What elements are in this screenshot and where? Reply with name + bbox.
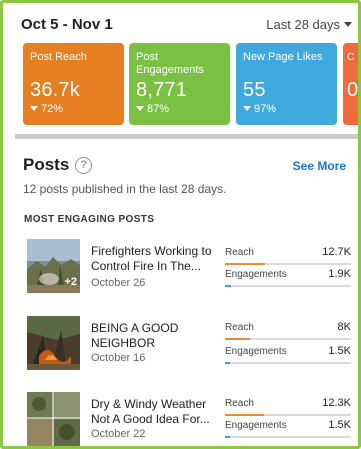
reach-metric: Reach 12.3K (225, 397, 351, 418)
reach-value: 12.7K (322, 246, 351, 258)
reach-label: Reach (225, 398, 254, 409)
dry-land-photo-icon (27, 392, 80, 446)
post-thumbnail[interactable] (27, 316, 80, 370)
engagements-label: Engagements (225, 269, 287, 280)
tile-label: New Page Likes (243, 51, 323, 63)
tile-label: C (347, 52, 355, 63)
reach-bar (225, 414, 351, 416)
tile-change: 72% (30, 103, 117, 115)
post-title[interactable]: BEING A GOOD NEIGHBOR (91, 321, 221, 351)
posts-subtitle: 12 posts published in the last 28 days. (23, 182, 227, 196)
date-range: Oct 5 - Nov 1 (21, 16, 113, 33)
insights-panel: Oct 5 - Nov 1 Last 28 days Post Reach 36… (0, 0, 361, 449)
tile-change-value: 97% (254, 103, 277, 115)
down-arrow-icon (30, 106, 38, 111)
tile-partial[interactable]: C 0 (343, 43, 359, 125)
post-item[interactable]: BEING A GOOD NEIGHBOR October 16 Reach 8… (23, 316, 358, 374)
post-date: October 26 (91, 277, 146, 289)
section-divider (15, 134, 358, 139)
tile-change-value: 87% (147, 103, 170, 115)
tile-label: Post Engagements (136, 51, 204, 76)
see-more-link[interactable]: See More (293, 159, 346, 173)
reach-bar-fill (225, 414, 265, 416)
engagements-bar (225, 362, 351, 364)
reach-value: 8K (337, 321, 351, 333)
wildfire-photo-icon (27, 316, 80, 370)
down-arrow-icon (243, 106, 251, 111)
help-icon[interactable]: ? (75, 157, 93, 174)
period-label: Last 28 days (266, 17, 340, 32)
post-item[interactable]: Dry & Windy Weather Not A Good Idea For.… (23, 392, 358, 446)
engagements-metric: Engagements 1.5K (225, 345, 351, 366)
tile-value: 0 (347, 79, 359, 101)
engagements-bar (225, 285, 351, 287)
post-item[interactable]: +2 Firefighters Working to Control Fire … (23, 239, 358, 297)
tile-label: Post Reach (30, 51, 87, 63)
reach-value: 12.3K (322, 397, 351, 409)
post-date: October 16 (91, 352, 146, 364)
engagements-label: Engagements (225, 420, 287, 431)
period-dropdown[interactable]: Last 28 days (266, 17, 352, 32)
thumbnail-count-badge: +2 (64, 276, 77, 288)
tile-post-engagements[interactable]: Post Engagements 8,771 87% (129, 43, 230, 125)
tile-change: 97% (243, 103, 330, 115)
engagements-value: 1.5K (328, 419, 351, 431)
most-engaging-title: MOST ENGAGING POSTS (24, 214, 155, 225)
reach-label: Reach (225, 247, 254, 258)
tile-value: 8,771 (136, 79, 188, 101)
caret-down-icon (344, 22, 352, 27)
header-bar: Oct 5 - Nov 1 Last 28 days (6, 6, 358, 42)
engagements-metric: Engagements 1.5K (225, 419, 351, 440)
engagements-bar (225, 436, 351, 438)
post-title[interactable]: Firefighters Working to Control Fire In … (91, 244, 221, 274)
engagements-metric: Engagements 1.9K (225, 268, 351, 289)
engagements-bar-fill (225, 436, 231, 438)
tile-post-reach[interactable]: Post Reach 36.7k 72% (23, 43, 124, 125)
engagements-value: 1.5K (328, 345, 351, 357)
summary-tiles: Post Reach 36.7k 72% Post Engagements 8,… (23, 43, 359, 125)
reach-bar (225, 338, 351, 340)
reach-bar-fill (225, 338, 251, 340)
tile-value: 36.7k (30, 79, 80, 101)
engagements-bar-fill (225, 362, 231, 364)
post-date: October 22 (91, 428, 146, 440)
tile-change-value: 72% (41, 103, 64, 115)
down-arrow-icon (136, 106, 144, 111)
reach-bar-fill (225, 263, 266, 265)
tile-value: 55 (243, 79, 266, 101)
engagements-label: Engagements (225, 346, 287, 357)
engagements-bar-fill (225, 285, 232, 287)
tile-new-page-likes[interactable]: New Page Likes 55 97% (236, 43, 337, 125)
post-thumbnail[interactable] (27, 392, 80, 446)
post-thumbnail[interactable]: +2 (27, 239, 80, 293)
reach-label: Reach (225, 322, 254, 333)
engagements-value: 1.9K (328, 268, 351, 280)
reach-metric: Reach 8K (225, 321, 351, 342)
reach-bar (225, 263, 351, 265)
posts-heading: Posts? (23, 155, 93, 175)
tile-change: 87% (136, 103, 223, 115)
reach-metric: Reach 12.7K (225, 246, 351, 267)
post-title[interactable]: Dry & Windy Weather Not A Good Idea For.… (91, 397, 221, 427)
posts-title: Posts (23, 155, 70, 174)
